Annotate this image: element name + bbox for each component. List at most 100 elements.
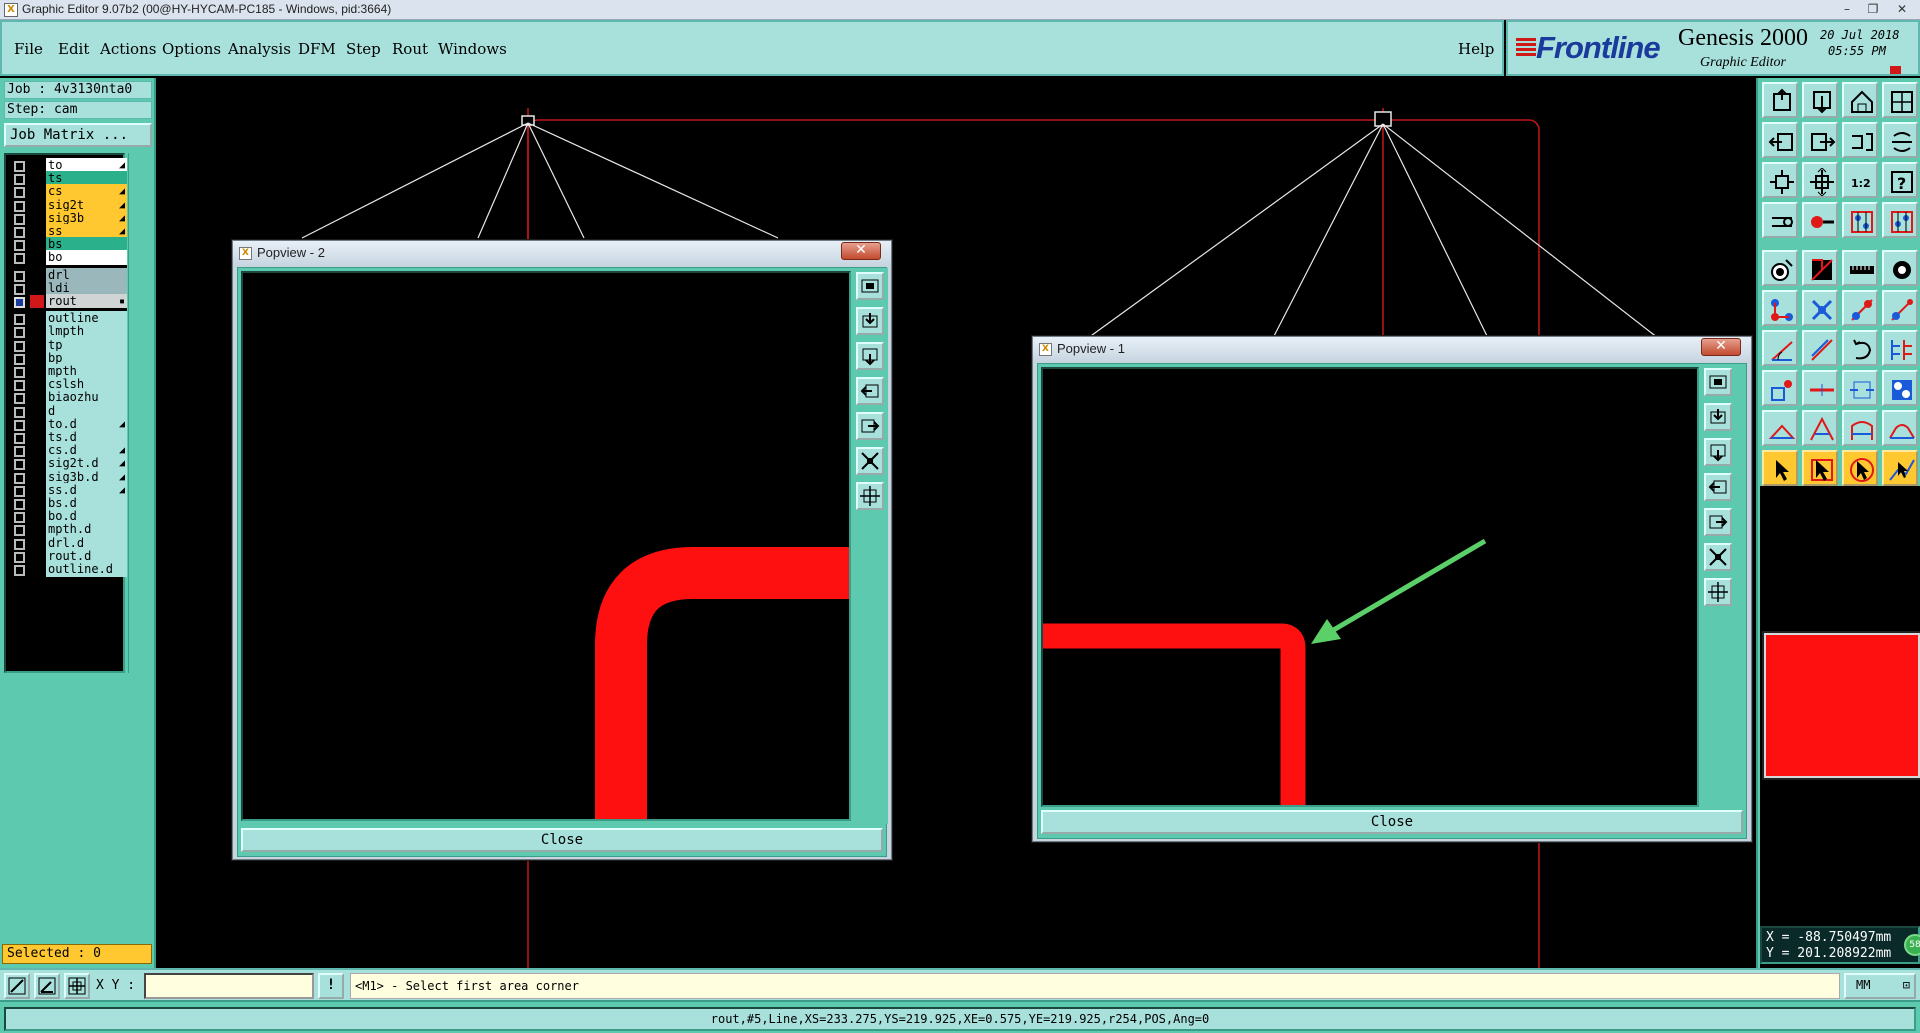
align-icon[interactable]	[1882, 330, 1918, 366]
layer-props-icon[interactable]	[1842, 202, 1878, 238]
peak-icon[interactable]	[1802, 410, 1838, 446]
info-button[interactable]: !	[318, 973, 344, 999]
zoom-home-icon[interactable]	[856, 482, 884, 510]
arc-node-icon[interactable]	[1882, 290, 1918, 326]
layer-name[interactable]: bo	[46, 250, 127, 266]
minimize-icon[interactable]: –	[1834, 0, 1860, 18]
zoom-window-icon[interactable]	[1704, 368, 1732, 396]
help-query-icon[interactable]: ?	[1882, 162, 1918, 198]
redraw-icon[interactable]	[1882, 122, 1918, 158]
popview-2-close-icon[interactable]: ✕	[841, 242, 881, 260]
select-route-icon[interactable]	[1882, 450, 1918, 486]
triangle-icon[interactable]	[1762, 410, 1798, 446]
zoom-in-icon[interactable]	[1704, 403, 1732, 431]
layer-name-text: sig3b.d	[48, 469, 99, 484]
popview-2-close-button[interactable]: Close	[241, 828, 883, 852]
pan-left-icon[interactable]	[856, 377, 884, 405]
measure-diag-icon[interactable]	[1802, 250, 1838, 286]
fit-profile-icon[interactable]	[1802, 162, 1838, 198]
menu-options[interactable]: Options	[162, 40, 221, 58]
xy-coordinate-input[interactable]	[144, 973, 314, 999]
ratio-icon[interactable]: 1:2	[1842, 162, 1878, 198]
rotate-icon[interactable]	[1842, 330, 1878, 366]
home-icon[interactable]	[1842, 82, 1878, 118]
pad-icon[interactable]	[1802, 202, 1838, 238]
popview-2-view[interactable]	[241, 271, 851, 821]
graphic-canvas[interactable]: X Popview - 2 ✕ Close X Popview - 1 ✕ Cl…	[158, 78, 1756, 968]
add-pad-icon[interactable]	[1762, 370, 1798, 406]
menu-rout[interactable]: Rout	[392, 40, 428, 58]
step-name: Step: cam	[4, 101, 152, 119]
select-arrow-icon[interactable]	[1762, 450, 1798, 486]
grid-snap-icon[interactable]	[64, 973, 90, 999]
select-zone-icon[interactable]	[1842, 450, 1878, 486]
layer-name-text: bs.d	[48, 496, 77, 510]
menu-step[interactable]: Step	[346, 40, 381, 58]
menu-dfm[interactable]: DFM	[298, 40, 336, 58]
add-line-icon[interactable]	[1762, 330, 1798, 366]
menu-windows[interactable]: Windows	[438, 40, 507, 58]
layer-row-outline-d[interactable]: outline.d	[8, 562, 127, 578]
layer-checkbox[interactable]	[14, 565, 25, 576]
popview-1-close-button[interactable]: Close	[1041, 810, 1743, 834]
pan-right-icon[interactable]	[1704, 508, 1732, 536]
popview-2-titlebar[interactable]: X Popview - 2 ✕	[233, 241, 891, 265]
layer-checkbox[interactable]	[14, 297, 25, 308]
menu-analysis[interactable]: Analysis	[228, 40, 291, 58]
resize-icon[interactable]	[1842, 370, 1878, 406]
angle-snap-icon[interactable]	[34, 973, 60, 999]
popview-2-drawing	[595, 547, 849, 819]
popview-1-titlebar[interactable]: X Popview - 1 ✕	[1033, 337, 1751, 361]
layer-name-text: cs	[48, 184, 63, 199]
cut-line-icon[interactable]	[1802, 370, 1838, 406]
zoom-prev-icon[interactable]	[1762, 122, 1798, 158]
connect-nodes-icon[interactable]	[1762, 290, 1798, 326]
grid-view-icon[interactable]	[1882, 82, 1918, 118]
select-filter-icon[interactable]	[1802, 450, 1838, 486]
zoom-out-icon[interactable]	[856, 342, 884, 370]
pan-right-icon[interactable]	[856, 412, 884, 440]
menu-file[interactable]: File	[14, 40, 43, 58]
notification-badge[interactable]: 58	[1904, 934, 1920, 956]
zoom-box-icon[interactable]	[1842, 122, 1878, 158]
zoom-home-icon[interactable]	[1704, 578, 1732, 606]
menu-help[interactable]: Help	[1458, 40, 1494, 58]
layer-name[interactable]: rout ▪	[46, 294, 127, 309]
menu-edit[interactable]: Edit	[58, 40, 89, 58]
pan-left-icon[interactable]	[1704, 473, 1732, 501]
job-matrix-button[interactable]: Job Matrix ...	[4, 123, 152, 147]
add-slash-icon[interactable]	[1802, 330, 1838, 366]
arch-icon[interactable]	[1842, 410, 1878, 446]
zoom-window-icon[interactable]	[856, 272, 884, 300]
line-node-icon[interactable]	[1842, 290, 1878, 326]
zoom-in-icon[interactable]	[856, 307, 884, 335]
fit-to-view-icon[interactable]	[856, 447, 884, 475]
arch-base-icon[interactable]	[1882, 410, 1918, 446]
delete-node-icon[interactable]	[1802, 290, 1838, 326]
zoom-out-icon[interactable]	[1704, 438, 1732, 466]
restore-icon[interactable]: ❐	[1860, 0, 1886, 18]
snap-icon[interactable]	[1762, 202, 1798, 238]
fit-to-view-icon[interactable]	[1704, 543, 1732, 571]
popview-2-window[interactable]: X Popview - 2 ✕ Close	[232, 240, 892, 860]
measure-point-icon[interactable]	[1762, 250, 1798, 286]
popview-1-window[interactable]: X Popview - 1 ✕ Close	[1032, 336, 1752, 842]
layer-checkbox[interactable]	[14, 253, 25, 265]
menu-actions[interactable]: Actions	[100, 40, 156, 58]
layer-name[interactable]: outline.d	[46, 562, 127, 577]
popview-1-view[interactable]	[1041, 367, 1699, 807]
open-job-icon[interactable]	[1762, 82, 1798, 118]
group-icon[interactable]	[1882, 370, 1918, 406]
popview-1-close-icon[interactable]: ✕	[1701, 338, 1741, 356]
save-job-icon[interactable]	[1802, 82, 1838, 118]
units-selector[interactable]: MM ⊡	[1844, 973, 1916, 999]
fit-all-icon[interactable]	[1762, 162, 1798, 198]
record-icon[interactable]	[1882, 250, 1918, 286]
zoom-line-icon[interactable]	[4, 973, 30, 999]
close-icon[interactable]: ✕	[1886, 0, 1918, 18]
layer-list-scrollbar[interactable]	[128, 153, 152, 673]
ruler-icon[interactable]	[1842, 250, 1878, 286]
zoom-next-icon[interactable]	[1802, 122, 1838, 158]
popview2-wire-3	[527, 122, 585, 239]
layer-tune-icon[interactable]	[1882, 202, 1918, 238]
